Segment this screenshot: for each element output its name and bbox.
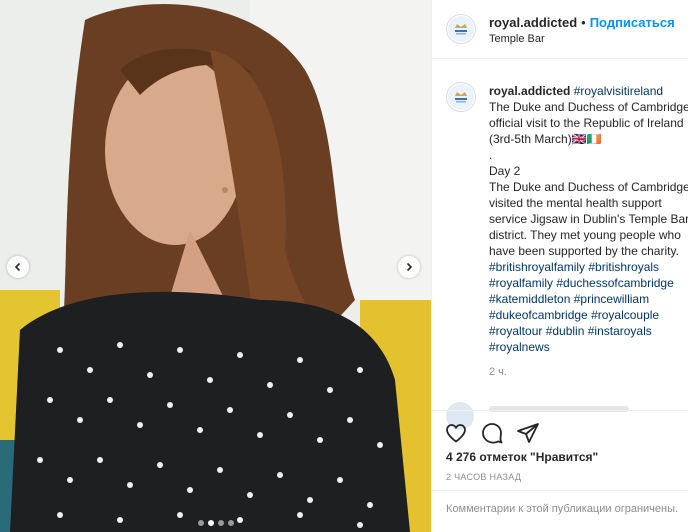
post-header-user: royal.addicted • Подписаться [489, 15, 675, 30]
caption-line: Day 2 [489, 164, 521, 178]
caption-line: have been supported by the charity. [489, 244, 679, 258]
royal-crest-avatar-icon [448, 16, 474, 42]
caption-hashtags: #britishroyalfamily #britishroyals #royal… [489, 259, 688, 355]
post-timestamp: 2 ЧАСОВ НАЗАД [446, 472, 522, 482]
caption-line: The Duke and Duchess of Cambridge [489, 180, 688, 194]
comment-box [432, 490, 688, 532]
post-side-panel: royal.addicted • Подписаться Temple Bar ro… [431, 0, 688, 532]
carousel-dot [207, 520, 214, 526]
likes-count[interactable]: 4 276 отметок "Нравится" [446, 450, 598, 464]
post-actions: 4 276 отметок "Нравится" 2 ЧАСОВ НАЗАД [432, 410, 688, 482]
caption-username[interactable]: royal.addicted [489, 84, 570, 98]
chevron-left-icon [14, 262, 21, 272]
caption-line: (3rd-5th March)🇬🇧🇮🇪 [489, 132, 602, 146]
caption-text: royal.addicted #royalvisitireland The Du… [489, 83, 688, 355]
chevron-right-icon [406, 262, 413, 272]
caption-time: 2 ч. [489, 366, 507, 378]
share-icon[interactable] [516, 421, 540, 445]
caption-line: service Jigsaw in Dublin's Temple Bar [489, 212, 688, 226]
action-buttons [432, 411, 688, 451]
hashtag-line[interactable]: #royalfamily #duchessofcambridge [489, 275, 688, 291]
comment-input[interactable] [446, 503, 688, 515]
caption-line: district. They met young people who [489, 228, 681, 242]
hashtag-line[interactable]: #britishroyalfamily #britishroyals [489, 259, 688, 275]
carousel-dot [197, 520, 204, 526]
avatar[interactable] [446, 14, 476, 44]
post-header: royal.addicted • Подписаться Temple Bar [432, 0, 688, 59]
avatar[interactable] [446, 82, 476, 112]
hashtag-link[interactable]: #royalvisitireland [574, 84, 663, 98]
royal-crest-avatar-icon [448, 84, 474, 110]
separator-dot: • [581, 15, 586, 30]
hashtag-line[interactable]: #dukeofcambridge #royalcouple [489, 307, 688, 323]
caption-line: The Duke and Duchess of Cambridge's [489, 100, 688, 114]
location-link[interactable]: Temple Bar [489, 33, 545, 45]
hashtag-line[interactable]: #royaltour #dublin #instaroyals [489, 323, 688, 339]
carousel-next-button[interactable] [398, 256, 420, 278]
carousel-indicator [0, 520, 431, 526]
username-link[interactable]: royal.addicted [489, 15, 577, 30]
follow-button[interactable]: Подписаться [590, 15, 675, 30]
heart-icon[interactable] [444, 421, 468, 445]
comment-icon[interactable] [480, 421, 504, 445]
caption-line: . [489, 148, 493, 162]
caption-body: The Duke and Duchess of Cambridge's offic… [489, 99, 688, 259]
caption-line: official visit to the Republic of Irelan… [489, 116, 684, 130]
hashtag-line[interactable]: #royalnews [489, 339, 688, 355]
caption-first-line: royal.addicted #royalvisitireland [489, 83, 688, 99]
carousel-dot [217, 520, 224, 526]
photo-illustration [0, 0, 431, 532]
post-photo [0, 0, 431, 532]
caption-section: royal.addicted #royalvisitireland The Du… [432, 70, 688, 430]
caption-line: visited the mental health support [489, 196, 662, 210]
hashtag-line[interactable]: #katemiddleton #princewilliam [489, 291, 688, 307]
carousel-prev-button[interactable] [7, 256, 29, 278]
carousel-dot [227, 520, 234, 526]
